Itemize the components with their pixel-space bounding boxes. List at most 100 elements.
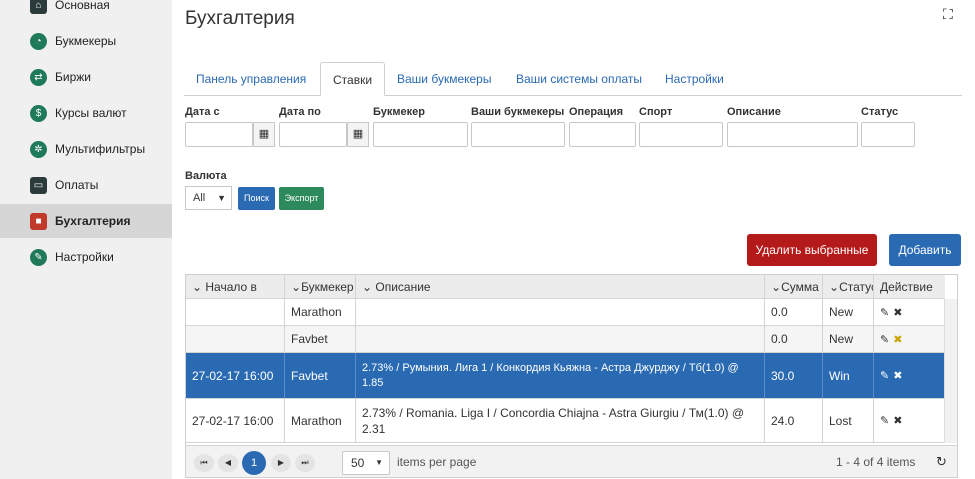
currency-select-value: All bbox=[193, 192, 206, 204]
search-button[interactable]: Поиск bbox=[238, 187, 275, 210]
cell-amount: 0.0 bbox=[765, 299, 823, 325]
cell-description: 2.73% / Romania. Liga I / Concordia Chia… bbox=[356, 399, 765, 442]
pager-summary: 1 - 4 of 4 items bbox=[836, 455, 916, 469]
refresh-icon[interactable]: ↻ bbox=[936, 454, 947, 470]
currency-select[interactable]: All ▼ bbox=[185, 186, 232, 210]
settings-icon: ✎ bbox=[30, 248, 47, 266]
status-label: Статус bbox=[861, 106, 899, 118]
filter-icon: ✲ bbox=[30, 140, 47, 158]
sidebar-item-main[interactable]: ⌂ Основная bbox=[0, 0, 172, 22]
your-bookmakers-input[interactable] bbox=[471, 122, 565, 147]
your-bookmakers-label: Ваши букмекеры bbox=[471, 106, 565, 118]
cell-amount: 0.0 bbox=[765, 326, 823, 352]
cell-bookmaker: Favbet bbox=[285, 326, 356, 352]
calendar-icon[interactable]: ▦ bbox=[253, 122, 275, 147]
description-label: Описание bbox=[727, 106, 781, 118]
main-panel: Бухгалтерия ⛶ Панель управления Ставки В… bbox=[172, 0, 975, 479]
sidebar-item-label: Биржи bbox=[55, 70, 91, 84]
sidebar-item-label: Бухгалтерия bbox=[55, 214, 131, 228]
sort-icon: ⌄ bbox=[192, 279, 206, 294]
delete-icon[interactable]: ✖ bbox=[893, 306, 902, 319]
first-page-icon[interactable]: ⏮ bbox=[194, 454, 214, 472]
column-header-bookmaker[interactable]: ⌄ Букмекер bbox=[285, 275, 356, 298]
operation-input[interactable] bbox=[569, 122, 636, 147]
bookmaker-input[interactable] bbox=[373, 122, 468, 147]
delete-selected-button[interactable]: Удалить выбранные bbox=[747, 234, 877, 266]
next-page-icon[interactable]: ▶ bbox=[271, 454, 291, 472]
page-size-select[interactable]: 50 ▼ bbox=[342, 451, 390, 475]
cell-actions: ✎ ✖ bbox=[874, 299, 945, 325]
calendar-icon[interactable]: ▦ bbox=[347, 122, 369, 147]
home-icon: ⌂ bbox=[30, 0, 47, 14]
grid-pager: ⏮ ◀ 1 ▶ ⏭ 50 ▼ items per page 1 - 4 of 4… bbox=[186, 445, 957, 477]
edit-icon[interactable]: ✎ bbox=[880, 333, 889, 346]
table-row[interactable]: 27-02-17 16:00 Marathon 2.73% / Romania.… bbox=[186, 399, 945, 443]
sidebar-item-label: Основная bbox=[55, 0, 110, 12]
column-header-description[interactable]: ⌄ Описание bbox=[356, 275, 765, 298]
cell-status: New bbox=[823, 326, 874, 352]
description-input[interactable] bbox=[727, 122, 858, 147]
tab-settings[interactable]: Настройки bbox=[653, 62, 736, 96]
sport-label: Спорт bbox=[639, 106, 673, 118]
sidebar-item-label: Настройки bbox=[55, 250, 114, 264]
tab-your-bookmakers[interactable]: Ваши букмекеры bbox=[385, 62, 503, 96]
bookmaker-label: Букмекер bbox=[373, 106, 425, 118]
sort-icon: ⌄ bbox=[771, 279, 782, 294]
sidebar-item-label: Мультифильтры bbox=[55, 142, 146, 156]
sidebar-item-payments[interactable]: ▭ Оплаты bbox=[0, 168, 172, 202]
last-page-icon[interactable]: ⏭ bbox=[295, 454, 315, 472]
export-button[interactable]: Экспорт bbox=[279, 187, 324, 210]
delete-icon[interactable]: ✖ bbox=[893, 333, 902, 346]
column-header-status[interactable]: ⌄ Статус bbox=[823, 275, 874, 298]
add-button[interactable]: Добавить bbox=[889, 234, 961, 266]
sidebar-item-currency-rates[interactable]: $ Курсы валют bbox=[0, 96, 172, 130]
expand-icon[interactable]: ⛶ bbox=[943, 6, 953, 23]
column-header-action: Действие bbox=[880, 279, 933, 294]
edit-icon[interactable]: ✎ bbox=[880, 369, 889, 382]
sort-icon: ⌄ bbox=[291, 279, 302, 294]
cell-description bbox=[356, 299, 765, 325]
table-row[interactable]: Marathon 0.0 New ✎ ✖ bbox=[186, 299, 945, 326]
date-to-input[interactable] bbox=[279, 122, 347, 147]
prev-page-icon[interactable]: ◀ bbox=[218, 454, 238, 472]
cell-description: 2.73% / Румыния. Лига 1 / Конкордия Кьяж… bbox=[356, 353, 765, 398]
sidebar-item-accounting[interactable]: ■ Бухгалтерия bbox=[0, 204, 172, 238]
cell-status: New bbox=[823, 299, 874, 325]
tab-dashboard[interactable]: Панель управления bbox=[184, 62, 318, 96]
clock-icon: ◔ bbox=[30, 32, 47, 50]
table-row-selected[interactable]: 27-02-17 16:00 Favbet 2.73% / Румыния. Л… bbox=[186, 353, 945, 399]
sidebar-item-settings[interactable]: ✎ Настройки bbox=[0, 240, 172, 274]
cell-actions: ✎ ✖ bbox=[874, 399, 945, 442]
cell-status: Win bbox=[823, 353, 874, 398]
delete-icon[interactable]: ✖ bbox=[893, 369, 902, 382]
status-input[interactable] bbox=[861, 122, 915, 147]
date-from-input[interactable] bbox=[185, 122, 253, 147]
edit-icon[interactable]: ✎ bbox=[880, 306, 889, 319]
date-to-label: Дата по bbox=[279, 106, 321, 118]
sort-icon: ⌄ bbox=[362, 279, 376, 294]
cell-start bbox=[186, 326, 285, 352]
column-header-amount[interactable]: ⌄ Сумма bbox=[765, 275, 823, 298]
cell-bookmaker: Marathon bbox=[285, 299, 356, 325]
cell-start bbox=[186, 299, 285, 325]
bets-grid: ⌄ Начало в ⌄ Букмекер ⌄ Описание ⌄ Сумма ⌄… bbox=[185, 274, 958, 478]
grid-header: ⌄ Начало в ⌄ Букмекер ⌄ Описание ⌄ Сумма ⌄… bbox=[186, 275, 945, 299]
card-icon: ▭ bbox=[30, 176, 47, 194]
table-row[interactable]: Favbet 0.0 New ✎ ✖ bbox=[186, 326, 945, 353]
sidebar-item-bookmakers[interactable]: ◔ Букмекеры bbox=[0, 24, 172, 58]
briefcase-icon: ■ bbox=[30, 212, 47, 230]
sidebar-item-exchanges[interactable]: ⇄ Биржи bbox=[0, 60, 172, 94]
sort-icon: ⌄ bbox=[829, 279, 840, 294]
currency-label: Валюта bbox=[185, 170, 227, 182]
current-page[interactable]: 1 bbox=[242, 451, 266, 475]
edit-icon[interactable]: ✎ bbox=[880, 414, 889, 427]
grid-scrollbar[interactable] bbox=[944, 299, 957, 443]
page-title: Бухгалтерия bbox=[185, 8, 295, 29]
tab-payment-systems[interactable]: Ваши системы оплаты bbox=[504, 62, 654, 96]
tab-bets[interactable]: Ставки bbox=[320, 62, 386, 96]
column-header-start[interactable]: ⌄ Начало в bbox=[186, 275, 285, 298]
sidebar-item-multifilters[interactable]: ✲ Мультифильтры bbox=[0, 132, 172, 166]
sport-input[interactable] bbox=[639, 122, 723, 147]
exchange-icon: ⇄ bbox=[30, 68, 47, 86]
delete-icon[interactable]: ✖ bbox=[893, 414, 902, 427]
